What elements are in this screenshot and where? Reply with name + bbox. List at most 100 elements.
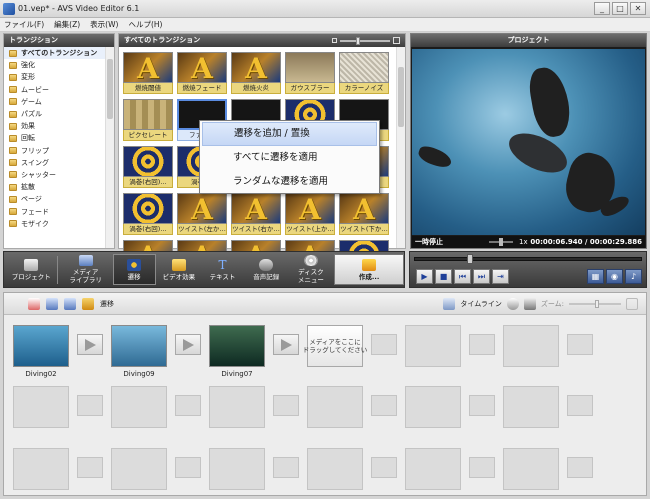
- transition-preview-image: [285, 193, 335, 224]
- app-icon: [3, 2, 15, 15]
- fullscreen-button[interactable]: ▦: [587, 269, 604, 284]
- transition-preview-image: [177, 193, 227, 224]
- disc-menu-button[interactable]: ディスク メニュー: [290, 254, 333, 285]
- menu-view[interactable]: 表示(W): [90, 19, 118, 30]
- redo-icon[interactable]: [64, 298, 76, 310]
- category-label: ゲーム: [21, 97, 42, 106]
- category-item[interactable]: 効果: [4, 120, 114, 132]
- category-item[interactable]: 変形: [4, 71, 114, 83]
- thumbnail-size-slider[interactable]: [340, 36, 390, 45]
- category-item-all[interactable]: すべてのトランジション: [4, 47, 114, 60]
- transition-slot[interactable]: [273, 334, 299, 355]
- snapshot-button[interactable]: ◉: [606, 269, 623, 284]
- transition-label: 燃焼火炎: [231, 83, 281, 94]
- delete-icon[interactable]: [28, 298, 40, 310]
- seek-knob[interactable]: [467, 254, 473, 264]
- transition-label: ツイスト(下か…: [339, 224, 389, 235]
- audio-icon[interactable]: [506, 298, 519, 310]
- scrollbar-thumb[interactable]: [398, 67, 404, 127]
- media-library-button[interactable]: メディア ライブラリ: [60, 254, 110, 285]
- clip-thumbnail[interactable]: [13, 325, 69, 367]
- transition-thumbnail[interactable]: 渦巻(右回)…: [123, 193, 173, 237]
- next-marker-button[interactable]: ⇥: [492, 269, 509, 284]
- menu-apply-to-all[interactable]: すべてに遷移を適用: [200, 146, 379, 170]
- category-item[interactable]: スイング: [4, 157, 114, 169]
- stop-button[interactable]: ■: [435, 269, 452, 284]
- transition-thumbnail[interactable]: ツイスト(下か…: [339, 193, 389, 237]
- seek-bar[interactable]: [414, 254, 642, 264]
- transition-slot[interactable]: [175, 334, 201, 355]
- video-effects-button[interactable]: ビデオ効果: [158, 254, 201, 285]
- storyboard-tools: 遷移: [28, 298, 114, 310]
- slider-knob[interactable]: [595, 300, 599, 308]
- category-list: すべてのトランジション 強化 変形 ムービー ゲーム パズル 効果 回転 フリッ…: [4, 47, 114, 248]
- category-item[interactable]: ページ: [4, 193, 114, 205]
- transition-thumbnail[interactable]: 燃焼火炎: [231, 52, 281, 96]
- transition-thumbnail[interactable]: カラーノイズ: [339, 52, 389, 96]
- empty-clip-slot: [307, 386, 363, 428]
- transition-thumbnail[interactable]: ガウスブラー: [285, 52, 335, 96]
- menu-help[interactable]: ヘルプ(H): [128, 19, 162, 30]
- timeline-label[interactable]: タイムライン: [460, 299, 502, 309]
- disc-icon: [303, 255, 318, 266]
- transitions-scrollbar[interactable]: [396, 47, 405, 248]
- maximize-button[interactable]: □: [612, 2, 628, 15]
- speed-slider[interactable]: [489, 238, 513, 246]
- previous-frame-button[interactable]: ⏮: [454, 269, 471, 284]
- slider-knob[interactable]: [499, 238, 503, 246]
- menu-add-replace-transition[interactable]: 遷移を追加 / 置換: [202, 122, 377, 146]
- category-item[interactable]: ムービー: [4, 84, 114, 96]
- slider-knob[interactable]: [356, 36, 360, 45]
- arrow-icon: [182, 338, 194, 351]
- next-frame-button[interactable]: ⏭: [473, 269, 490, 284]
- category-item[interactable]: 拡散: [4, 181, 114, 193]
- menu-file[interactable]: ファイル(F): [4, 19, 44, 30]
- timeline-icon[interactable]: [443, 298, 456, 310]
- minimize-button[interactable]: _: [594, 2, 610, 15]
- category-item[interactable]: モザイク: [4, 218, 114, 230]
- category-item[interactable]: パズル: [4, 108, 114, 120]
- category-label: ページ: [21, 195, 42, 204]
- category-scrollbar[interactable]: [105, 47, 114, 248]
- category-item[interactable]: シャッター: [4, 169, 114, 181]
- transition-thumbnail[interactable]: ツイスト(右か…: [231, 193, 281, 237]
- category-item[interactable]: 回転: [4, 132, 114, 144]
- display-options-icon[interactable]: [523, 298, 536, 310]
- play-button[interactable]: ▶: [416, 269, 433, 284]
- empty-transition-slot: [371, 457, 397, 478]
- video-preview[interactable]: [412, 49, 645, 235]
- category-item[interactable]: 強化: [4, 59, 114, 71]
- transitions-button[interactable]: 遷移: [112, 254, 156, 285]
- category-item[interactable]: フェード: [4, 205, 114, 217]
- clip-thumbnail[interactable]: [209, 325, 265, 367]
- menu-edit[interactable]: 編集(Z): [54, 19, 80, 30]
- transition-thumbnail[interactable]: 燃焼閾値: [123, 52, 173, 96]
- undo-icon[interactable]: [46, 298, 58, 310]
- clip-thumbnail[interactable]: [111, 325, 167, 367]
- project-button[interactable]: プロジェクト: [7, 254, 55, 285]
- empty-transition-slot: [469, 395, 495, 416]
- transition-slot[interactable]: [77, 334, 103, 355]
- transition-thumbnail[interactable]: ツイスト(左か…: [177, 193, 227, 237]
- video-effects-label: ビデオ効果: [162, 272, 196, 281]
- transition-thumbnail[interactable]: 渦巻(右回)…: [123, 146, 173, 190]
- text-button[interactable]: T テキスト: [202, 254, 243, 285]
- scrollbar-thumb[interactable]: [107, 59, 113, 119]
- transition-icon: [127, 258, 142, 271]
- transition-thumbnail[interactable]: ピクセレート: [123, 99, 173, 143]
- fit-icon[interactable]: [626, 298, 638, 310]
- transition-thumbnail[interactable]: 燃焼フェード: [177, 52, 227, 96]
- thumbnail-size-control[interactable]: [332, 36, 400, 45]
- category-item[interactable]: ゲーム: [4, 96, 114, 108]
- voice-record-button[interactable]: 音声記録: [245, 254, 288, 285]
- volume-button[interactable]: ♪: [625, 269, 642, 284]
- close-button[interactable]: ✕: [630, 2, 646, 15]
- create-button[interactable]: 作成...: [334, 254, 404, 285]
- transition-thumbnail[interactable]: ツイスト(上か…: [285, 193, 335, 237]
- category-item[interactable]: フリップ: [4, 145, 114, 157]
- media-drop-zone[interactable]: メディアをここに ドラッグしてください: [303, 325, 367, 367]
- menu-apply-random[interactable]: ランダムな遷移を適用: [200, 170, 379, 194]
- empty-transition-slot: [567, 334, 593, 355]
- transition-label: 渦巻(右回)…: [123, 224, 173, 235]
- zoom-slider[interactable]: [569, 300, 621, 308]
